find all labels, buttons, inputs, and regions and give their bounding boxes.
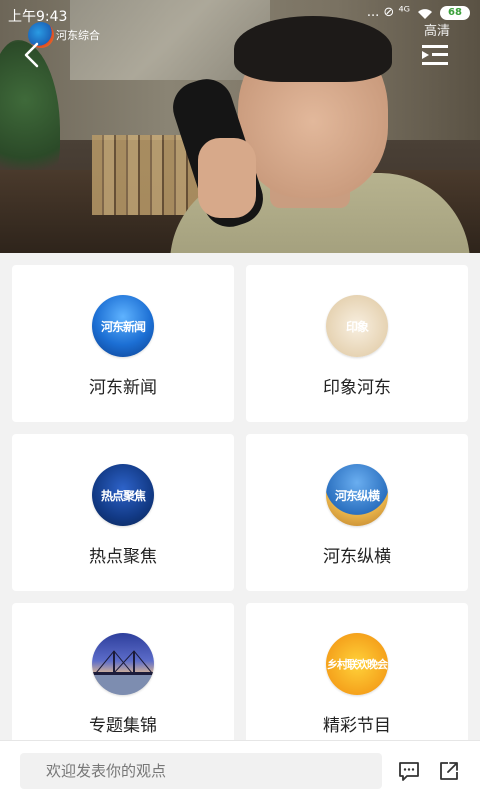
- bridge-icon: [92, 650, 154, 695]
- section-label: 印象河东: [323, 378, 391, 398]
- channel-logo-text: 河东综合: [56, 29, 100, 42]
- thumb-text: 热点聚焦: [100, 488, 146, 503]
- hot-focus-thumb: 热点聚焦: [92, 464, 154, 526]
- thumb-text: 河东新闻: [100, 319, 146, 334]
- signal-icon: ... ⊘ ⁴ᴳ: [366, 5, 410, 20]
- video-player[interactable]: 上午9:43 ... ⊘ ⁴ᴳ 68 河东综合 高清: [0, 0, 480, 253]
- section-card-impression-hedong[interactable]: 印象 印象河东: [246, 265, 468, 422]
- wifi-icon: [418, 8, 432, 19]
- special-topics-thumb: [92, 633, 154, 695]
- section-card-featured-programs[interactable]: 乡村联欢晚会 精彩节目: [246, 603, 468, 760]
- video-person: [120, 8, 470, 253]
- video-person-hand: [198, 138, 256, 218]
- section-card-hedong-panorama[interactable]: 河东纵横 河东纵横: [246, 434, 468, 591]
- section-grid: 河东新闻 河东新闻 印象 印象河东 热点聚焦 热点聚焦 河东纵横 河东纵横 专题…: [12, 265, 468, 760]
- comment-icon[interactable]: [398, 760, 420, 782]
- share-icon[interactable]: [438, 760, 460, 782]
- impression-hedong-thumb: 印象: [326, 295, 388, 357]
- quality-label[interactable]: 高清: [424, 20, 450, 39]
- section-card-special-topics[interactable]: 专题集锦: [12, 603, 234, 760]
- back-arrow-icon[interactable]: [20, 40, 46, 70]
- featured-programs-thumb: 乡村联欢晚会: [326, 633, 388, 695]
- section-card-hot-focus[interactable]: 热点聚焦 热点聚焦: [12, 434, 234, 591]
- section-label: 专题集锦: [89, 716, 157, 736]
- hedong-news-thumb: 河东新闻: [92, 295, 154, 357]
- section-label: 河东纵横: [323, 547, 391, 567]
- thumb-text: 印象: [345, 319, 369, 334]
- bottom-bar: [0, 740, 480, 800]
- section-card-hedong-news[interactable]: 河东新闻 河东新闻: [12, 265, 234, 422]
- section-label: 热点聚焦: [89, 547, 157, 567]
- section-label: 河东新闻: [89, 378, 157, 398]
- section-label: 精彩节目: [323, 716, 391, 736]
- thumb-text: 乡村联欢晚会: [327, 658, 388, 671]
- battery-icon: 68: [440, 5, 470, 20]
- comment-input[interactable]: [20, 753, 382, 789]
- thumb-text: 河东纵横: [334, 488, 380, 503]
- hedong-panorama-thumb: 河东纵横: [326, 464, 388, 526]
- status-indicators: ... ⊘ ⁴ᴳ 68: [367, 5, 470, 20]
- playlist-icon[interactable]: [422, 44, 448, 66]
